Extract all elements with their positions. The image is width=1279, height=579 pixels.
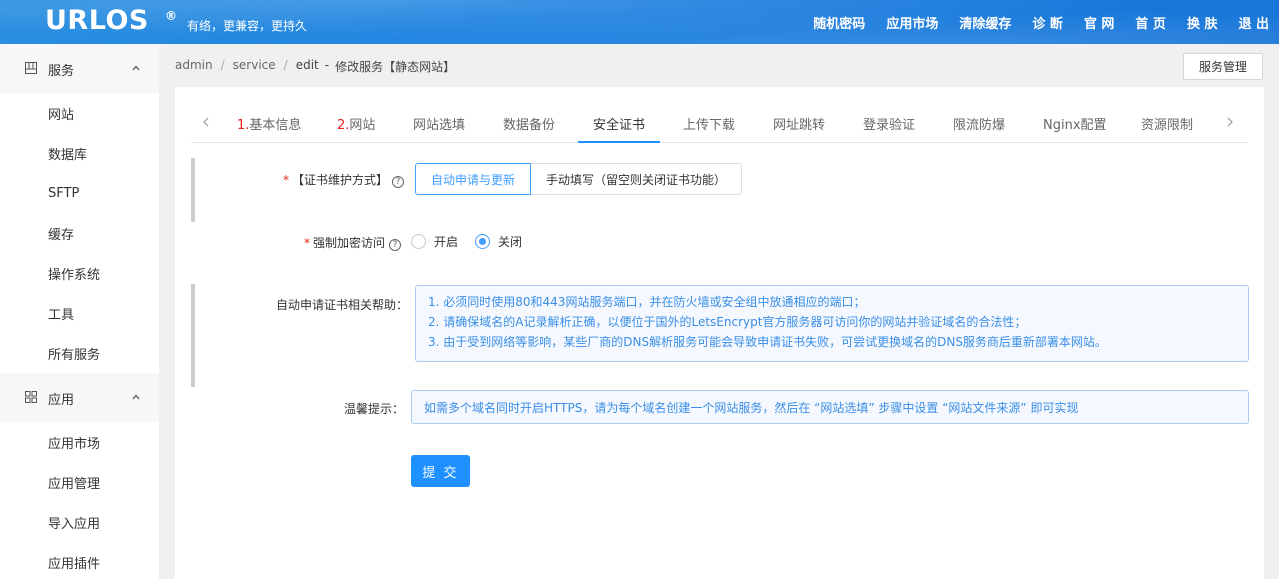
sidebar-item-app-market[interactable]: 应用市场 <box>0 422 159 462</box>
sidebar-group-service[interactable]: 服务 <box>0 44 159 93</box>
breadcrumb-service[interactable]: service <box>233 58 276 75</box>
force-https-off-radio[interactable]: 关闭 <box>475 233 522 250</box>
sidebar-item-cache[interactable]: 缓存 <box>0 213 159 253</box>
cert-mode-auto-button[interactable]: 自动申请与更新 <box>415 163 532 195</box>
breadcrumb-separator: / <box>283 58 288 72</box>
required-mark: * <box>282 173 289 187</box>
tab-rate-limit[interactable]: 限流防爆 <box>953 114 1005 133</box>
radio-circle-checked <box>475 234 490 249</box>
sidebar-item-database[interactable]: 数据库 <box>0 133 159 173</box>
tab-nginx-config[interactable]: Nginx配置 <box>1043 114 1107 133</box>
nav-diagnose[interactable]: 诊 断 <box>1032 13 1063 32</box>
tab-bar: 1.基本信息 2.网站 网站选填 数据备份 安全证书 上传下载 网址跳转 登录验… <box>191 102 1248 143</box>
chevron-right-icon[interactable] <box>1223 115 1237 129</box>
tab-data-backup[interactable]: 数据备份 <box>503 114 555 133</box>
top-header: URLOS ® 有络，更兼容，更持久 随机密码 应用市场 清除缓存 诊 断 官 … <box>0 0 1279 44</box>
tab-website[interactable]: 2.网站 <box>337 114 375 133</box>
required-mark: * <box>303 236 310 250</box>
sidebar-item-import-app[interactable]: 导入应用 <box>0 502 159 542</box>
cert-mode-label: * 【证书维护方式】? <box>283 171 404 188</box>
sidebar: 服务 网站 数据库 SFTP 缓存 操作系统 工具 所有服务 应用 应用市场 应… <box>0 44 159 579</box>
sidebar-item-sftp[interactable]: SFTP <box>0 173 159 213</box>
slogan: 有络，更兼容，更持久 <box>187 19 308 33</box>
top-nav: 随机密码 应用市场 清除缓存 诊 断 官 网 首 页 换 肤 退 出 <box>792 0 1269 44</box>
tip-box: 如需多个域名同时开启HTTPS，请为每个域名创建一个网站服务，然后在 “网站选填… <box>411 390 1249 424</box>
tab-upload-download[interactable]: 上传下载 <box>683 114 735 133</box>
sidebar-item-tools[interactable]: 工具 <box>0 293 159 333</box>
sidebar-item-os[interactable]: 操作系统 <box>0 253 159 293</box>
sidebar-item-app-manage[interactable]: 应用管理 <box>0 462 159 502</box>
logo[interactable]: URLOS <box>45 5 149 36</box>
service-grid-icon <box>25 62 37 74</box>
sidebar-group-label: 应用 <box>48 393 75 408</box>
tab-website-optional[interactable]: 网站选填 <box>413 114 465 133</box>
nav-home[interactable]: 首 页 <box>1135 13 1166 32</box>
content-card: 1.基本信息 2.网站 网站选填 数据备份 安全证书 上传下载 网址跳转 登录验… <box>175 87 1264 579</box>
active-tab-indicator <box>578 141 660 143</box>
tip-label: 温馨提示： <box>343 402 404 416</box>
breadcrumb-separator: / <box>220 58 225 72</box>
breadcrumb-admin[interactable]: admin <box>175 58 213 75</box>
nav-app-market[interactable]: 应用市场 <box>886 13 938 32</box>
radio-circle <box>411 234 426 249</box>
breadcrumb-bar: admin / service / edit - 修改服务【静态网站】 服务管理 <box>159 44 1279 87</box>
tab-ssl-cert[interactable]: 安全证书 <box>593 114 645 133</box>
nav-skin[interactable]: 换 肤 <box>1187 13 1218 32</box>
force-https-label: * 强制加密访问? <box>304 234 401 251</box>
sidebar-group-apps[interactable]: 应用 <box>0 373 159 422</box>
sidebar-item-app-plugins[interactable]: 应用插件 <box>0 542 159 579</box>
breadcrumb-dash: - <box>324 58 330 72</box>
submit-button[interactable]: 提 交 <box>411 455 470 487</box>
nav-official-site[interactable]: 官 网 <box>1084 13 1115 32</box>
help-box: 1. 必须同时使用80和443网站服务端口，并在防火墙或安全组中放通相应的端口；… <box>415 285 1249 362</box>
logo-registered-mark: ® <box>165 9 177 23</box>
breadcrumb-current: 修改服务【静态网站】 <box>335 60 456 74</box>
section-divider-bar <box>191 158 195 222</box>
breadcrumb: admin / service / edit - 修改服务【静态网站】 <box>175 58 455 75</box>
nav-logout[interactable]: 退 出 <box>1238 13 1269 32</box>
tab-login-auth[interactable]: 登录验证 <box>863 114 915 133</box>
nav-random-password[interactable]: 随机密码 <box>813 13 865 32</box>
tab-url-redirect[interactable]: 网址跳转 <box>773 114 825 133</box>
sidebar-item-all-services[interactable]: 所有服务 <box>0 333 159 373</box>
tab-resource-limit[interactable]: 资源限制 <box>1141 114 1193 133</box>
tab-basic-info[interactable]: 1.基本信息 <box>237 114 301 133</box>
cert-mode-toggle: 自动申请与更新 手动填写（留空则关闭证书功能） <box>415 163 743 195</box>
nav-clear-cache[interactable]: 清除缓存 <box>959 13 1011 32</box>
help-line: 2. 请确保域名的A记录解析正确，以便位于国外的LetsEncrypt官方服务器… <box>428 315 1027 329</box>
help-line: 1. 必须同时使用80和443网站服务端口，并在防火墙或安全组中放通相应的端口； <box>428 295 866 309</box>
sidebar-item-website[interactable]: 网站 <box>0 93 159 133</box>
help-line: 3. 由于受到网络等影响，某些厂商的DNS解析服务可能会导致申请证书失败，可尝试… <box>428 335 1107 349</box>
chevron-up-icon <box>132 394 140 400</box>
breadcrumb-edit: edit <box>295 58 319 72</box>
service-manage-button[interactable]: 服务管理 <box>1183 53 1263 80</box>
apps-grid-icon <box>25 391 37 403</box>
help-question-icon[interactable]: ? <box>392 176 404 188</box>
help-label: 自动申请证书相关帮助： <box>275 298 408 312</box>
sidebar-group-label: 服务 <box>48 64 75 79</box>
chevron-left-icon[interactable] <box>199 115 213 129</box>
force-https-on-radio[interactable]: 开启 <box>411 233 458 250</box>
chevron-up-icon <box>132 65 140 71</box>
help-question-icon[interactable]: ? <box>389 239 401 251</box>
cert-mode-manual-button[interactable]: 手动填写（留空则关闭证书功能） <box>531 163 743 195</box>
section-divider-bar <box>191 284 195 387</box>
